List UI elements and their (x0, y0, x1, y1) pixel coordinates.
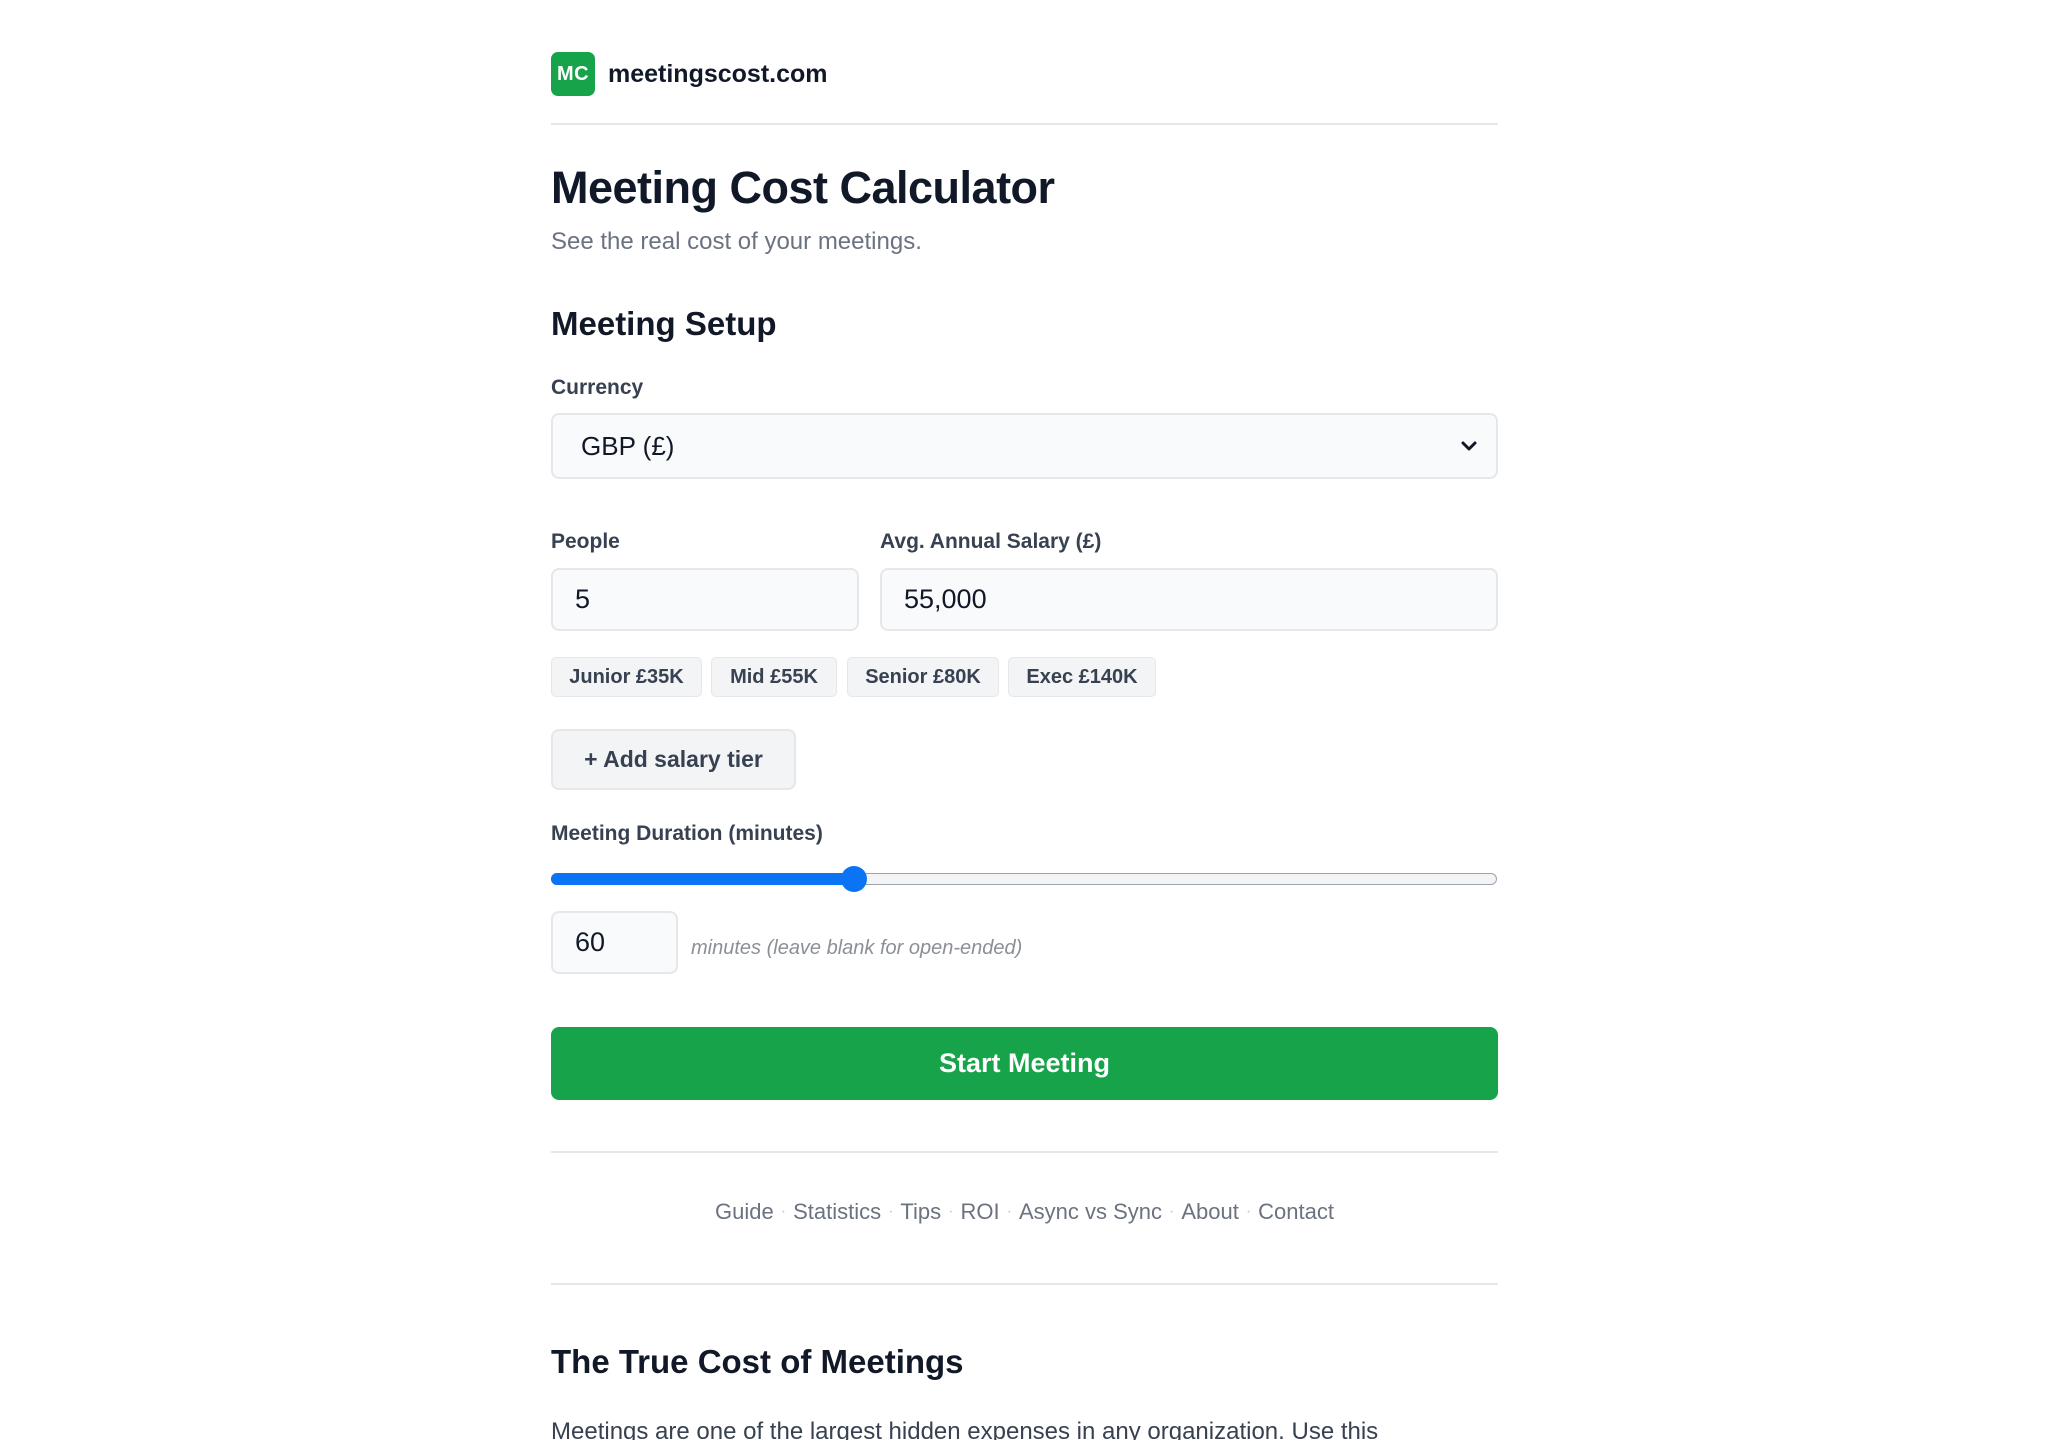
add-salary-tier-button[interactable]: + Add salary tier (551, 729, 796, 790)
setup-heading: Meeting Setup (551, 305, 777, 342)
chevron-down-icon (1461, 441, 1477, 451)
nav-link-async-vs-sync[interactable]: Async vs Sync (1019, 1199, 1162, 1225)
header-divider (551, 123, 1498, 125)
tier-junior-button[interactable]: Junior £35K (551, 657, 702, 697)
tier-senior-button[interactable]: Senior £80K (847, 657, 999, 697)
duration-value: 60 (575, 927, 606, 957)
nav-link-about[interactable]: About (1181, 1199, 1239, 1225)
nav-link-roi[interactable]: ROI (961, 1199, 1000, 1225)
tier-mid-button[interactable]: Mid £55K (711, 657, 837, 697)
salary-value: 55,000 (904, 584, 987, 614)
people-input[interactable]: 5 (551, 568, 859, 631)
currency-label: Currency (551, 376, 644, 399)
start-meeting-button[interactable]: Start Meeting (551, 1027, 1498, 1100)
nav-link-tips[interactable]: Tips (900, 1199, 941, 1225)
nav-separator: · (1245, 1203, 1252, 1220)
nav-divider-top (551, 1151, 1498, 1153)
nav-link-statistics[interactable]: Statistics (793, 1199, 881, 1225)
salary-input[interactable]: 55,000 (880, 568, 1498, 631)
tier-exec-button[interactable]: Exec £140K (1008, 657, 1156, 697)
brand-name[interactable]: meetingscost.com (608, 60, 828, 89)
duration-hint: minutes (leave blank for open-ended) (691, 937, 1023, 959)
logo-icon: MC (551, 52, 595, 96)
footer-nav: Guide · Statistics · Tips · ROI · Async … (551, 1199, 1498, 1225)
currency-selected-value: GBP (£) (581, 430, 675, 461)
article-heading: The True Cost of Meetings (551, 1343, 964, 1380)
nav-link-guide[interactable]: Guide (715, 1199, 774, 1225)
nav-divider-bottom (551, 1283, 1498, 1285)
people-label: People (551, 530, 620, 553)
duration-label: Meeting Duration (minutes) (551, 822, 823, 845)
page: MC meetingscost.com Meeting Cost Calcula… (0, 0, 2048, 1440)
people-value: 5 (575, 584, 591, 614)
duration-slider-fill (551, 873, 854, 885)
nav-separator: · (948, 1203, 954, 1220)
currency-select[interactable]: GBP (£) (551, 413, 1498, 479)
salary-label: Avg. Annual Salary (£) (880, 530, 1102, 553)
nav-separator: · (888, 1203, 894, 1220)
nav-separator: · (1006, 1203, 1012, 1220)
brand[interactable]: MC meetingscost.com (551, 52, 828, 96)
article-intro: Meetings are one of the largest hidden e… (551, 1418, 1379, 1440)
nav-separator: · (1169, 1203, 1175, 1220)
duration-slider-thumb[interactable] (840, 866, 867, 892)
page-title: Meeting Cost Calculator (551, 162, 1055, 213)
nav-separator: · (780, 1203, 787, 1220)
page-subtitle: See the real cost of your meetings. (551, 228, 922, 255)
nav-link-contact[interactable]: Contact (1258, 1199, 1334, 1225)
duration-input[interactable]: 60 (551, 911, 678, 974)
